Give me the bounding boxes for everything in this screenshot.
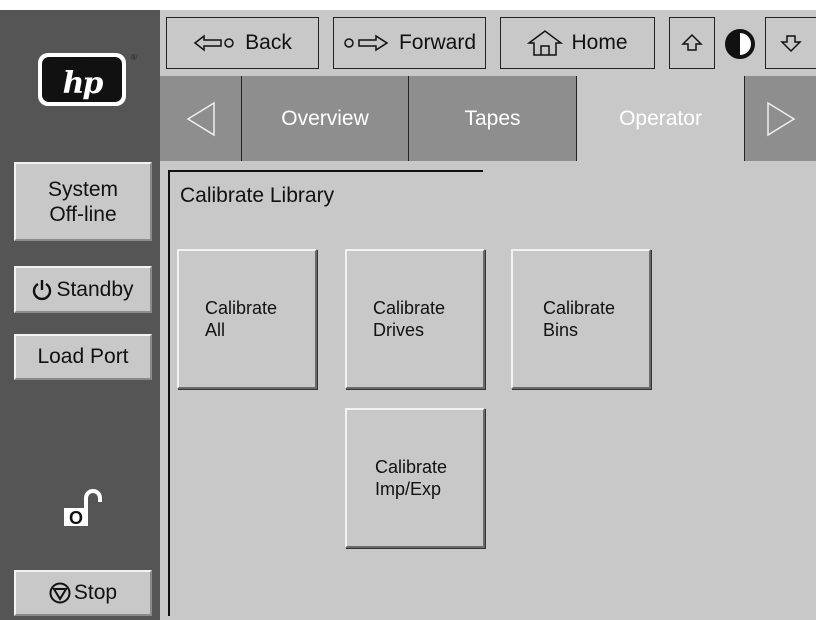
home-label: Home — [571, 31, 628, 54]
standby-button[interactable]: Standby — [14, 266, 152, 313]
home-icon — [527, 30, 564, 56]
calibrate-all-line2: All — [205, 320, 226, 340]
scroll-down-button[interactable] — [765, 17, 816, 69]
back-button[interactable]: Back — [166, 17, 319, 69]
triangle-right-icon — [766, 101, 795, 136]
load-port-label: Load Port — [37, 345, 129, 368]
unlocked-padlock-icon: O — [62, 486, 102, 528]
hp-logo: hp — [38, 53, 126, 106]
tab-operator[interactable]: Operator — [577, 76, 744, 161]
stop-button[interactable]: Stop — [14, 570, 152, 616]
contrast-icon[interactable] — [722, 26, 758, 62]
tab-tapes[interactable]: Tapes — [409, 76, 577, 161]
content-divider-top — [170, 170, 483, 172]
standby-label: Standby — [56, 277, 134, 301]
forward-arrow-icon — [344, 34, 389, 52]
calibrate-bins-line2: Bins — [543, 320, 579, 340]
calibrate-imp-exp-line2: Imp/Exp — [375, 479, 442, 499]
svg-text:O: O — [69, 508, 83, 528]
home-button[interactable]: Home — [500, 17, 655, 69]
tab-operator-label: Operator — [619, 106, 702, 130]
calibrate-drives-line2: Drives — [373, 320, 425, 340]
scroll-up-button[interactable] — [669, 17, 715, 69]
calibrate-imp-exp-button[interactable]: Calibrate Imp/Exp — [345, 408, 485, 548]
triangle-left-icon — [186, 101, 215, 136]
tab-tapes-label: Tapes — [464, 106, 521, 130]
power-icon — [33, 279, 52, 300]
load-port-button[interactable]: Load Port — [14, 334, 152, 380]
tab-overview[interactable]: Overview — [242, 76, 409, 161]
content-divider-left — [168, 170, 170, 616]
system-status-button[interactable]: System Off-line — [14, 162, 152, 241]
up-arrow-icon — [681, 33, 703, 51]
registered-mark: ® — [131, 53, 137, 62]
system-status-line2: Off-line — [49, 202, 117, 226]
tab-overview-label: Overview — [281, 106, 369, 130]
down-arrow-icon — [780, 35, 802, 53]
calibrate-all-button[interactable]: Calibrate All — [177, 249, 317, 389]
stop-icon — [49, 582, 71, 604]
forward-label: Forward — [398, 31, 477, 54]
tab-scroll-left-button[interactable] — [160, 76, 242, 161]
system-status-line1: System — [47, 177, 118, 201]
calibrate-bins-button[interactable]: Calibrate Bins — [511, 249, 651, 389]
forward-button[interactable]: Forward — [333, 17, 486, 69]
back-arrow-icon — [193, 34, 234, 52]
calibrate-imp-exp-line1: Calibrate — [375, 457, 448, 477]
page-title: Calibrate Library — [180, 184, 335, 207]
calibrate-all-line1: Calibrate — [205, 298, 278, 318]
calibrate-drives-line1: Calibrate — [373, 298, 446, 318]
operator-content-area — [160, 161, 816, 620]
stop-label: Stop — [73, 581, 118, 604]
calibrate-bins-line1: Calibrate — [543, 298, 616, 318]
back-label: Back — [245, 31, 292, 54]
calibrate-drives-button[interactable]: Calibrate Drives — [345, 249, 485, 389]
tab-scroll-right-button[interactable] — [744, 76, 816, 161]
